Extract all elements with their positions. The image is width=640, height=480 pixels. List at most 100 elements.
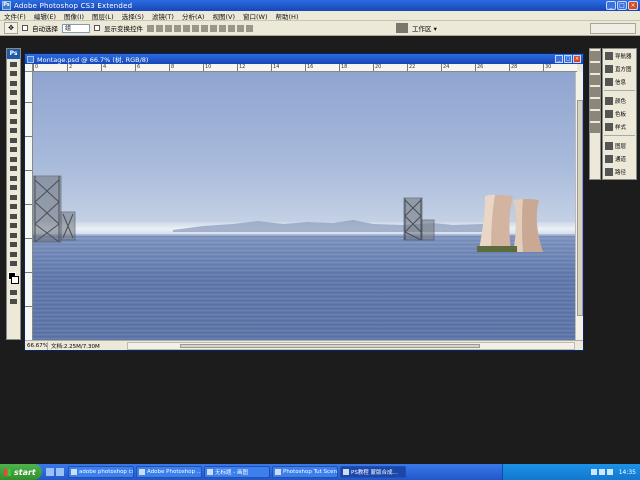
horizontal-scrollbar[interactable] (127, 341, 575, 350)
panel-item-layers[interactable]: 图层 (603, 139, 636, 152)
menu-edit[interactable]: 编辑(E) (30, 11, 60, 21)
input-method-icon[interactable] (606, 469, 613, 475)
panel-item-swatches[interactable]: 色板 (603, 107, 636, 120)
auto-select-checkbox[interactable] (22, 25, 28, 31)
align-middle-icon[interactable] (156, 24, 163, 32)
eraser-tool-icon[interactable] (7, 155, 20, 164)
shape-tool-icon[interactable] (7, 222, 20, 231)
panel-item-navigator[interactable]: 导航器 (603, 49, 636, 62)
align-center-icon[interactable] (183, 24, 190, 32)
start-button[interactable]: start (0, 464, 42, 480)
align-top-icon[interactable] (147, 24, 154, 32)
workspace-button[interactable]: 工作区 ▾ (412, 23, 437, 33)
actions-icon[interactable] (590, 51, 600, 61)
pen-tool-icon[interactable] (7, 193, 20, 202)
menu-layer[interactable]: 图层(L) (88, 11, 118, 21)
healing-brush-tool-icon[interactable] (7, 117, 20, 126)
menu-image[interactable]: 图像(I) (60, 11, 88, 21)
vertical-scroll-thumb[interactable] (577, 100, 583, 316)
brush-tool-icon[interactable] (7, 127, 20, 136)
document-info[interactable]: 文档:2.25M/7.30M (47, 341, 127, 350)
zoom-level[interactable]: 66.67% (25, 343, 48, 349)
taskbar-button[interactable]: Adobe Photoshop ... (136, 466, 202, 478)
panel-item-styles[interactable]: 样式 (603, 120, 636, 133)
hand-tool-icon[interactable] (7, 250, 20, 259)
crop-tool-icon[interactable] (7, 98, 20, 107)
layer-comps-icon[interactable] (590, 123, 600, 133)
document-title-bar[interactable]: Montage.psd @ 66.7% (树, RGB/8) _ □ × (25, 54, 583, 64)
gradient-tool-icon[interactable] (7, 165, 20, 174)
zoom-tool-icon[interactable] (7, 260, 20, 269)
move-tool-icon[interactable] (7, 60, 20, 69)
history-brush-tool-icon[interactable] (7, 146, 20, 155)
taskbar-button[interactable]: Photoshop Tut Scene... (272, 466, 338, 478)
panel-item-channels[interactable]: 通道 (603, 152, 636, 165)
taskbar-button[interactable]: PS教程 蒙版合成... (340, 466, 406, 478)
menu-filter[interactable]: 滤镜(T) (148, 11, 178, 21)
palette-well[interactable] (590, 23, 636, 34)
taskbar-button[interactable]: 无标题 - 画图 (204, 466, 270, 478)
align-bottom-icon[interactable] (165, 24, 172, 32)
magic-wand-tool-icon[interactable] (7, 89, 20, 98)
background-color-swatch[interactable] (11, 276, 19, 284)
marquee-tool-icon[interactable] (7, 70, 20, 79)
character-icon[interactable] (590, 99, 600, 109)
panel-item-info[interactable]: 信息 (603, 75, 636, 88)
align-right-icon[interactable] (192, 24, 199, 32)
vertical-ruler[interactable] (25, 72, 33, 341)
panel-item-color[interactable]: 颜色 (603, 94, 636, 107)
move-tool-preset-icon[interactable]: ✥ (4, 22, 18, 34)
volume-icon[interactable] (590, 469, 597, 475)
minimize-button[interactable]: _ (606, 1, 616, 10)
tool-presets-icon[interactable] (590, 87, 600, 97)
menu-analysis[interactable]: 分析(A) (178, 11, 209, 21)
history-icon[interactable] (590, 63, 600, 73)
horizontal-scroll-thumb[interactable] (180, 343, 480, 348)
taskbar-button[interactable]: adobe photoshop cs... (68, 466, 134, 478)
document-maximize-button[interactable]: □ (564, 55, 572, 63)
menu-help[interactable]: 帮助(H) (272, 11, 303, 21)
clone-stamp-tool-icon[interactable] (7, 136, 20, 145)
align-left-icon[interactable] (174, 24, 181, 32)
document-close-button[interactable]: × (573, 55, 581, 63)
eyedropper-tool-icon[interactable] (7, 241, 20, 250)
dodge-tool-icon[interactable] (7, 184, 20, 193)
vertical-scrollbar[interactable] (575, 72, 583, 341)
blur-tool-icon[interactable] (7, 174, 20, 183)
bridge-icon[interactable] (396, 23, 408, 33)
show-transform-checkbox[interactable] (94, 25, 100, 31)
desktop-icon[interactable] (56, 468, 64, 476)
ps-logo-icon[interactable]: Ps (7, 49, 20, 59)
clock[interactable]: 14:35 (619, 469, 636, 476)
menu-window[interactable]: 窗口(W) (239, 11, 272, 21)
panel-item-histogram[interactable]: 直方图 (603, 62, 636, 75)
horizontal-ruler[interactable]: 0 2 4 6 8 10 12 14 16 18 20 22 24 26 28 30 (33, 64, 577, 72)
ie-icon[interactable] (46, 468, 54, 476)
type-tool-icon[interactable] (7, 203, 20, 212)
maximize-button[interactable]: □ (617, 1, 627, 10)
auto-select-dropdown[interactable]: 组 (62, 23, 90, 33)
menu-view[interactable]: 视图(V) (208, 11, 239, 21)
quick-mask-icon[interactable] (7, 288, 20, 297)
distribute-4-icon[interactable] (228, 24, 235, 32)
slice-tool-icon[interactable] (7, 108, 20, 117)
image-canvas[interactable] (33, 72, 577, 341)
ruler-origin[interactable] (25, 64, 33, 72)
paragraph-icon[interactable] (590, 111, 600, 121)
distribute-1-icon[interactable] (201, 24, 208, 32)
distribute-3-icon[interactable] (219, 24, 226, 32)
menu-file[interactable]: 文件(F) (0, 11, 30, 21)
close-button[interactable]: × (628, 1, 638, 10)
lasso-tool-icon[interactable] (7, 79, 20, 88)
path-selection-tool-icon[interactable] (7, 212, 20, 221)
distribute-2-icon[interactable] (210, 24, 217, 32)
brushes-icon[interactable] (590, 75, 600, 85)
panel-item-paths[interactable]: 路径 (603, 165, 636, 178)
screen-mode-icon[interactable] (7, 298, 20, 307)
network-icon[interactable] (598, 469, 605, 475)
distribute-5-icon[interactable] (237, 24, 244, 32)
distribute-6-icon[interactable] (246, 24, 253, 32)
menu-select[interactable]: 选择(S) (118, 11, 148, 21)
document-minimize-button[interactable]: _ (555, 55, 563, 63)
notes-tool-icon[interactable] (7, 231, 20, 240)
